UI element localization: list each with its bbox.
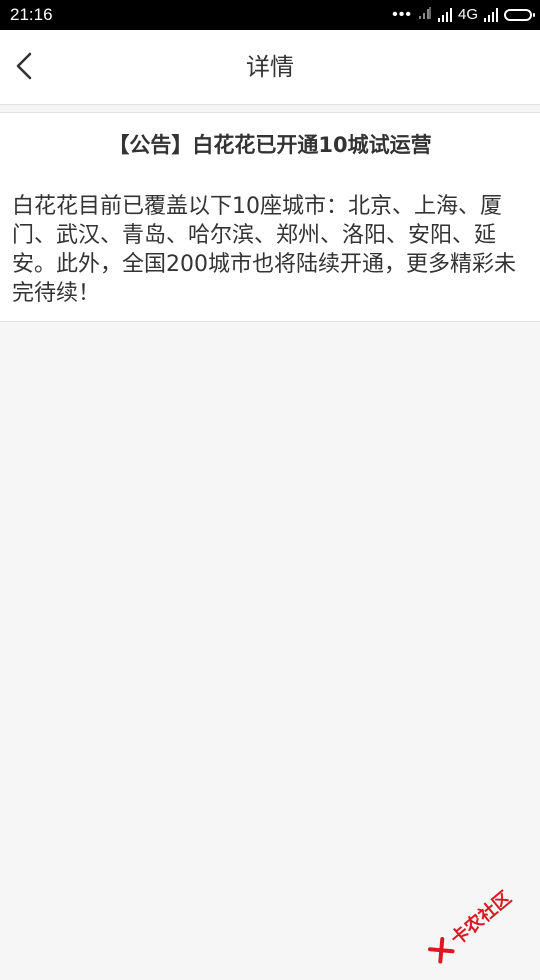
status-bar: 21:16 ••• 4G	[0, 0, 540, 30]
watermark-text: 卡农社区	[444, 884, 516, 950]
battery-icon	[504, 9, 532, 21]
status-time: 21:16	[10, 5, 53, 25]
signal-off-icon	[418, 6, 432, 25]
announcement-card: 【公告】白花花已开通10城试运营 白花花目前已覆盖以下10座城市：北京、上海、厦…	[0, 113, 540, 321]
nav-divider	[0, 104, 540, 105]
network-type-label: 4G	[458, 5, 478, 25]
page-title: 详情	[0, 52, 540, 82]
status-icons: ••• 4G	[392, 5, 532, 25]
signal-icon-2	[484, 8, 498, 22]
card-bottom-divider	[0, 321, 540, 322]
watermark: 卡农社区	[414, 864, 537, 980]
article-body: 白花花目前已覆盖以下10座城市：北京、上海、厦门、武汉、青岛、哈尔滨、郑州、洛阳…	[12, 192, 526, 308]
more-notifications-icon: •••	[392, 10, 412, 20]
nav-bar: 详情	[0, 30, 540, 104]
signal-icon	[438, 8, 452, 22]
article-title: 【公告】白花花已开通10城试运营	[0, 131, 540, 159]
